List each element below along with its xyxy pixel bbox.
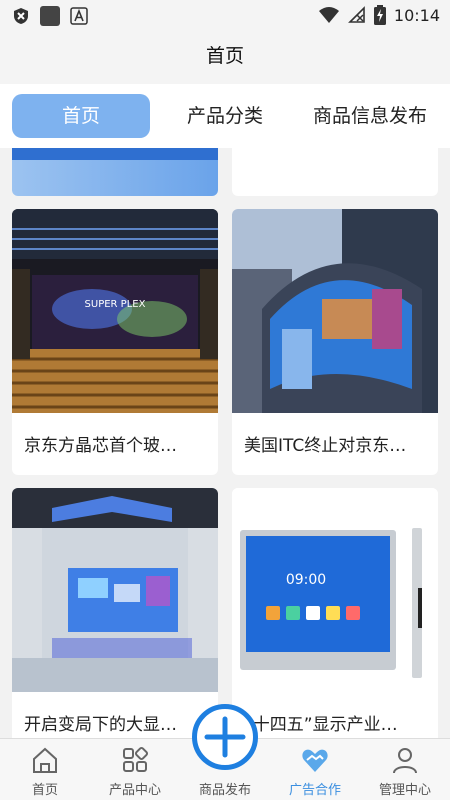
card-image: 09:00 xyxy=(232,488,438,692)
nav-label: 产品中心 xyxy=(108,783,161,798)
svg-text:09:00: 09:00 xyxy=(286,572,326,588)
nav-item-home[interactable]: 首页 xyxy=(0,739,90,800)
page-title: 首页 xyxy=(205,45,244,67)
nav-label: 广告合作 xyxy=(288,783,341,798)
no-signal-icon xyxy=(347,6,365,23)
plus-icon xyxy=(204,716,246,758)
card-title: 京东方晶芯首个玻… xyxy=(24,436,177,456)
page-header: 首页 xyxy=(0,32,450,84)
app-square-icon xyxy=(40,6,60,26)
news-card[interactable]: SUPER PLEX 京东方晶芯首个玻… xyxy=(12,209,218,475)
font-a-icon xyxy=(70,7,88,25)
partial-card-left[interactable] xyxy=(12,148,218,196)
publish-fab-button[interactable] xyxy=(192,704,258,770)
tab-product-categories[interactable]: 产品分类 xyxy=(168,94,282,138)
content-scroll-area[interactable]: SUPER PLEX 京东方晶芯首个玻… 美国ITC终止对京东… 开启变局下的大… xyxy=(0,148,450,738)
nav-item-product-center[interactable]: 产品中心 xyxy=(90,739,180,800)
heart-handshake-icon xyxy=(302,749,328,772)
status-time: 10:14 xyxy=(393,5,440,25)
card-image xyxy=(12,488,218,692)
news-card[interactable]: 美国ITC终止对京东… xyxy=(232,209,438,475)
battery-charging-icon xyxy=(373,5,386,25)
card-image: SUPER PLEX xyxy=(12,209,218,413)
nav-item-ad-cooperation[interactable]: 广告合作 xyxy=(270,739,360,800)
wifi-icon xyxy=(318,7,339,23)
tab-bar: 首页 产品分类 商品信息发布 xyxy=(0,84,450,148)
card-title: 开启变局下的大显… xyxy=(24,715,177,735)
card-image xyxy=(12,148,218,196)
grid-icon xyxy=(123,746,149,772)
nav-item-management[interactable]: 管理中心 xyxy=(360,739,450,800)
tab-product-publish[interactable]: 商品信息发布 xyxy=(300,94,440,138)
card-image xyxy=(232,209,438,413)
card-title: “十四五”显示产业… xyxy=(244,715,398,735)
status-bar: 10:14 xyxy=(0,0,450,32)
svg-text:SUPER PLEX: SUPER PLEX xyxy=(85,299,146,310)
nav-label: 首页 xyxy=(31,783,58,798)
shield-icon xyxy=(14,8,28,24)
partial-card-right[interactable] xyxy=(232,148,438,196)
nav-label: 管理中心 xyxy=(378,783,431,798)
news-card[interactable]: 09:00 “十四五”显示产业… xyxy=(232,488,438,738)
nav-label: 商品发布 xyxy=(198,783,251,798)
user-icon xyxy=(393,748,417,774)
news-card[interactable]: 开启变局下的大显… xyxy=(12,488,218,738)
tab-home[interactable]: 首页 xyxy=(12,94,150,138)
home-icon xyxy=(33,747,57,773)
card-title: 美国ITC终止对京东… xyxy=(244,436,407,456)
